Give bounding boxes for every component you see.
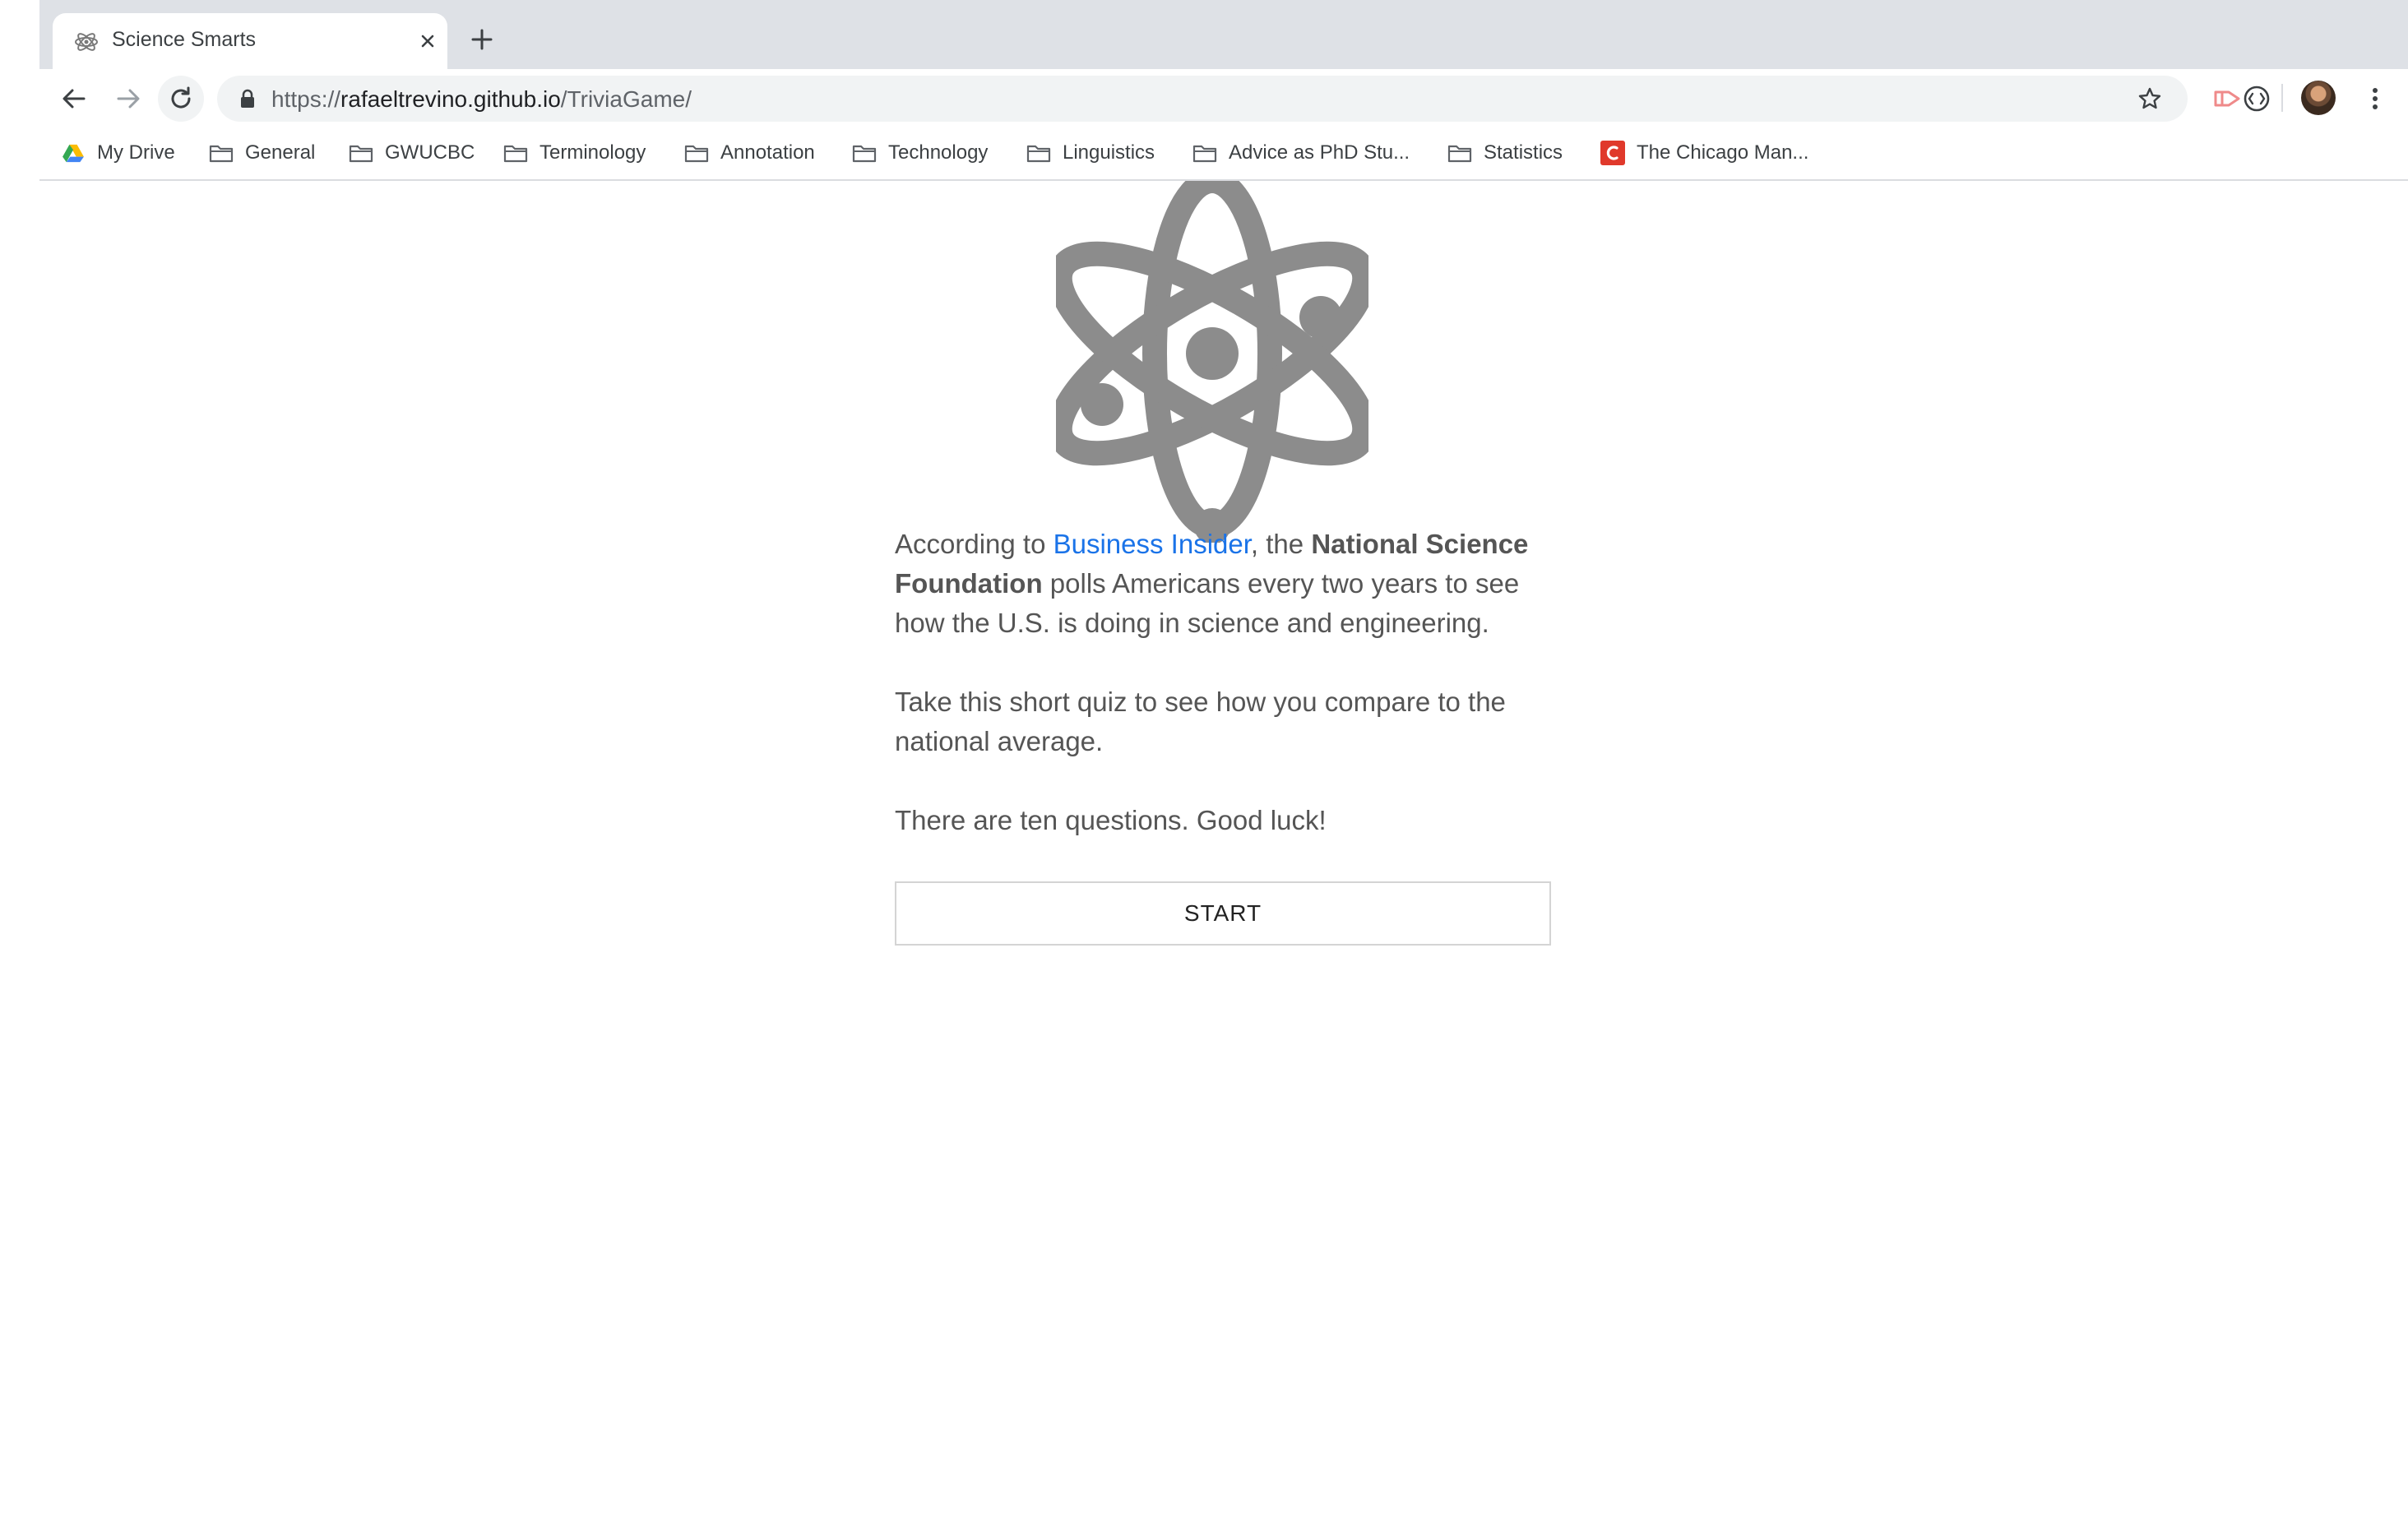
- bookmark-label: Annotation: [720, 141, 815, 164]
- bookmark-general[interactable]: General: [209, 136, 315, 169]
- bookmark-label: Terminology: [539, 141, 646, 164]
- intro-text-fragment: , the: [1250, 529, 1312, 559]
- intro-text-fragment: According to: [895, 529, 1054, 559]
- intro-paragraph-2: Take this short quiz to see how you comp…: [895, 687, 1506, 756]
- forward-arrow-icon[interactable]: [110, 81, 146, 117]
- folder-icon: [684, 145, 709, 163]
- intro-text: According to Business Insider, the Natio…: [895, 525, 1553, 880]
- bookmark-chicago-manual[interactable]: The Chicago Man...: [1600, 136, 1808, 169]
- more-menu-icon[interactable]: [2359, 82, 2392, 115]
- business-insider-link[interactable]: Business Insider: [1054, 529, 1251, 559]
- atom-logo-icon: [1056, 181, 1368, 543]
- page-content: According to Business Insider, the Natio…: [39, 181, 2408, 1526]
- bookmark-statistics[interactable]: Statistics: [1447, 136, 1563, 169]
- new-tab-plus-icon[interactable]: [469, 26, 495, 53]
- code-extension-icon[interactable]: [2240, 82, 2273, 115]
- browser-toolbar: https://rafaeltrevino.github.io/TriviaGa…: [39, 69, 2408, 128]
- address-bar[interactable]: https://rafaeltrevino.github.io/TriviaGa…: [217, 76, 2188, 122]
- bookmark-gwucbc[interactable]: GWUCBC: [349, 136, 475, 169]
- toolbar-separator: [2281, 84, 2283, 112]
- bookmark-advice-phd[interactable]: Advice as PhD Stu...: [1192, 136, 1410, 169]
- url-text: https://rafaeltrevino.github.io/TriviaGa…: [271, 86, 692, 113]
- atom-favicon-icon: [75, 33, 98, 51]
- start-button[interactable]: START: [895, 881, 1551, 946]
- url-scheme: https://: [271, 86, 341, 112]
- folder-icon: [1026, 145, 1051, 163]
- bookmark-label: GWUCBC: [385, 141, 475, 164]
- bookmark-label: The Chicago Man...: [1637, 141, 1809, 164]
- cast-extension-icon[interactable]: [2211, 82, 2244, 115]
- bookmark-annotation[interactable]: Annotation: [684, 136, 815, 169]
- intro-paragraph-1: According to Business Insider, the Natio…: [895, 525, 1553, 643]
- bookmark-label: Statistics: [1484, 141, 1563, 164]
- browser-window: Science Smarts https://rafaeltrevino.git…: [39, 0, 2408, 1526]
- folder-icon: [209, 145, 234, 163]
- bookmark-terminology[interactable]: Terminology: [503, 136, 646, 169]
- back-arrow-icon[interactable]: [56, 81, 92, 117]
- bookmark-technology[interactable]: Technology: [852, 136, 988, 169]
- tab-title: Science Smarts: [112, 28, 257, 51]
- close-tab-icon[interactable]: [416, 30, 439, 53]
- url-path: /TriviaGame/: [560, 86, 692, 112]
- profile-avatar[interactable]: [2301, 81, 2336, 115]
- bookmark-linguistics[interactable]: Linguistics: [1026, 136, 1155, 169]
- active-tab[interactable]: Science Smarts: [53, 13, 447, 69]
- bookmark-label: Technology: [888, 141, 989, 164]
- desktop-edge: [0, 0, 39, 1526]
- folder-icon: [349, 145, 373, 163]
- bookmark-label: Advice as PhD Stu...: [1229, 141, 1410, 164]
- reload-icon: [171, 86, 191, 109]
- bookmarks-bar: My Drive General GWUCBC Terminology Anno…: [39, 128, 2408, 181]
- bookmark-label: Linguistics: [1063, 141, 1155, 164]
- bookmark-label: My Drive: [97, 141, 175, 164]
- google-drive-icon: [63, 144, 84, 163]
- bookmark-star-icon[interactable]: [2137, 86, 2163, 112]
- folder-icon: [1192, 145, 1217, 163]
- bookmark-my-drive[interactable]: My Drive: [61, 136, 175, 169]
- bookmark-label: General: [245, 141, 316, 164]
- folder-icon: [1447, 145, 1472, 163]
- reload-button[interactable]: [158, 76, 204, 122]
- folder-icon: [852, 145, 877, 163]
- lock-icon[interactable]: [238, 89, 257, 109]
- tab-strip: Science Smarts: [39, 0, 2408, 69]
- url-host: rafaeltrevino.github.io: [340, 86, 561, 112]
- intro-paragraph-3: There are ten questions. Good luck!: [895, 805, 1327, 835]
- folder-icon: [503, 145, 528, 163]
- chicago-manual-icon: [1600, 141, 1625, 165]
